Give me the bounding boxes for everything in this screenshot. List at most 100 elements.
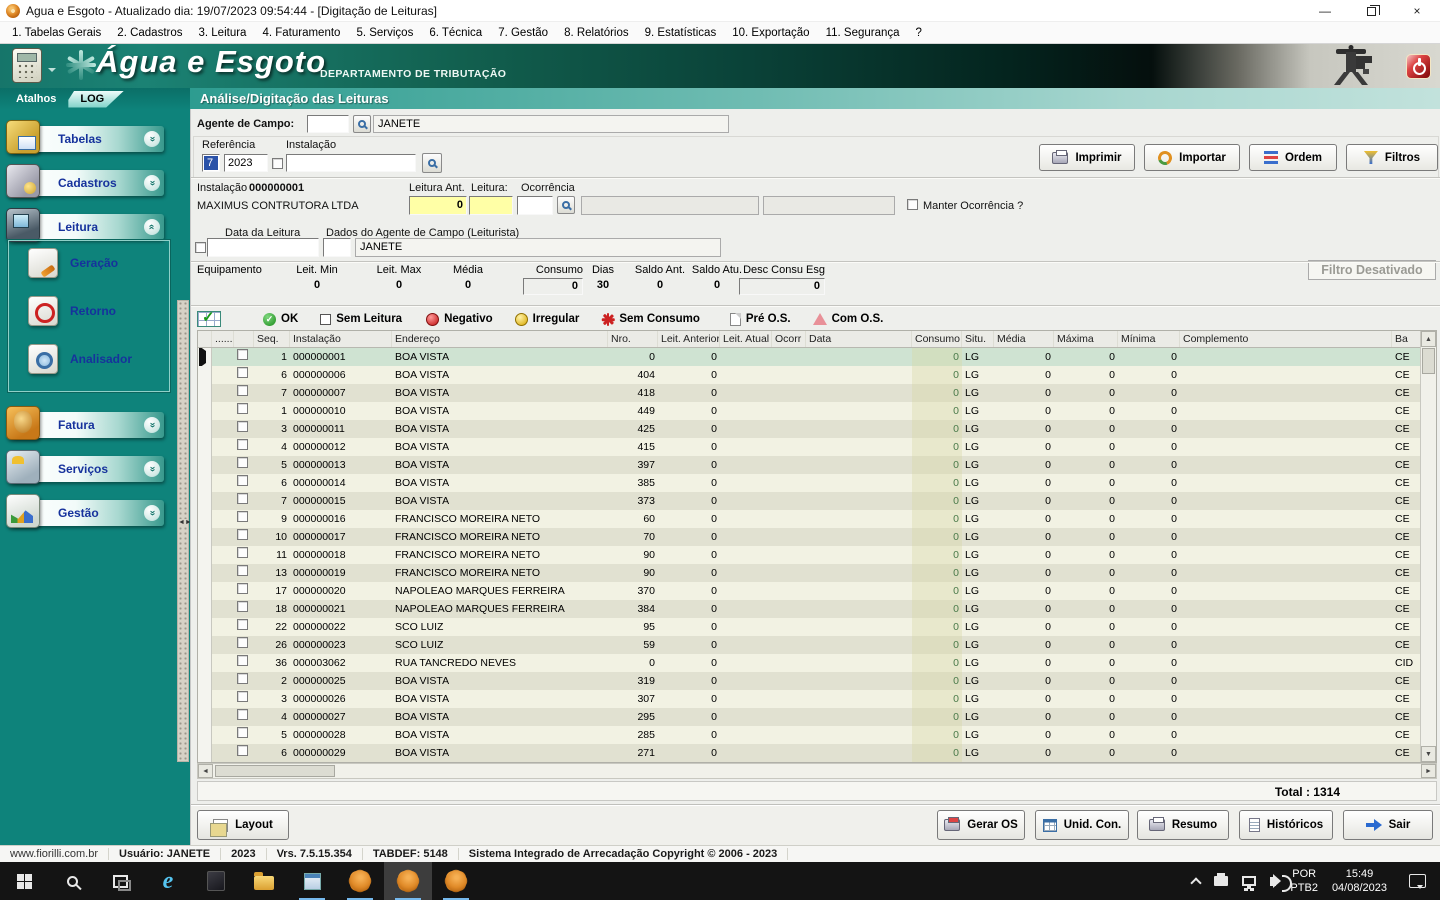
importar-button[interactable]: Importar — [1144, 144, 1240, 171]
menu-item[interactable]: 1. Tabelas Gerais — [4, 24, 109, 42]
checkbox-cell[interactable] — [234, 564, 254, 582]
scroll-up-button[interactable]: ▲ — [1421, 331, 1436, 347]
restore-button[interactable] — [1348, 0, 1394, 22]
row-checkbox[interactable] — [237, 637, 248, 648]
row-checkbox[interactable] — [237, 439, 248, 450]
network-icon[interactable] — [1242, 876, 1256, 886]
menu-item[interactable]: 8. Relatórios — [556, 24, 637, 42]
legend-item-sem-leitura[interactable]: Sem Leitura — [320, 313, 402, 325]
column-header-leit-anterior[interactable]: Leit. Anterior — [658, 331, 720, 347]
table-row[interactable]: 2000000025BOA VISTA31900LG000CE — [198, 672, 1436, 690]
checkbox-cell[interactable] — [234, 618, 254, 636]
menu-item[interactable]: 2. Cadastros — [109, 24, 190, 42]
row-checkbox[interactable] — [237, 673, 248, 684]
ocorrencia-input[interactable] — [517, 196, 553, 215]
column-header-seq[interactable]: Seq. — [254, 331, 290, 347]
taskbar-notes-app-icon[interactable] — [192, 862, 240, 900]
checkbox-cell[interactable] — [234, 384, 254, 402]
table-row[interactable]: 7000000015BOA VISTA37300LG000CE — [198, 492, 1436, 510]
menu-item[interactable]: 5. Serviços — [348, 24, 421, 42]
chevron-down-icon[interactable]: » — [144, 131, 160, 147]
taskbar-internet-explorer-icon[interactable]: e — [144, 862, 192, 900]
language-indicator[interactable]: PORPTB2 — [1290, 867, 1318, 895]
unid-con--button[interactable]: Unid. Con. — [1035, 810, 1129, 840]
taskbar-file-explorer-icon[interactable] — [240, 862, 288, 900]
tray-expand-icon[interactable] — [1192, 875, 1200, 887]
taskbar-fiorilli-app-icon[interactable] — [336, 862, 384, 900]
sidebar-group-tabelas[interactable]: Tabelas» — [12, 126, 164, 152]
chevron-down-icon[interactable]: » — [144, 461, 160, 477]
column-header-media[interactable]: Média — [994, 331, 1054, 347]
table-row[interactable]: 7000000007BOA VISTA41800LG000CE — [198, 384, 1436, 402]
leiturista-code-field[interactable] — [323, 238, 351, 257]
checkbox-cell[interactable] — [234, 690, 254, 708]
chevron-down-icon[interactable]: » — [144, 417, 160, 433]
power-exit-button[interactable] — [1406, 54, 1431, 79]
leitura-input[interactable] — [469, 196, 513, 215]
sidebar-group-cadastros[interactable]: Cadastros» — [12, 170, 164, 196]
sidebar-group-gestão[interactable]: Gestão» — [12, 500, 164, 526]
checkbox-cell[interactable] — [234, 636, 254, 654]
sair-button[interactable]: Sair — [1343, 810, 1433, 840]
checkbox-cell[interactable] — [234, 474, 254, 492]
row-checkbox[interactable] — [237, 583, 248, 594]
chevron-down-icon[interactable]: » — [144, 175, 160, 191]
table-row[interactable]: 26000000023SCO LUIZ5900LG000CE — [198, 636, 1436, 654]
sidebar-item-analisador[interactable]: Analisador — [28, 344, 132, 374]
menu-item[interactable]: ? — [908, 24, 930, 42]
sidebar-splitter[interactable]: ◄► — [177, 300, 189, 762]
close-button[interactable]: × — [1394, 0, 1440, 22]
horizontal-scrollbar[interactable]: ◄ ► — [197, 763, 1437, 779]
sidebar-item-geração[interactable]: Geração — [28, 248, 118, 278]
table-row[interactable]: 1000000001BOA VISTA000LG000CE — [198, 348, 1436, 366]
column-header-ba[interactable]: Ba — [1392, 331, 1422, 347]
checkbox-cell[interactable] — [234, 726, 254, 744]
sidebar-item-retorno[interactable]: Retorno — [28, 296, 116, 326]
checkbox-cell[interactable] — [234, 438, 254, 456]
sidebar-group-fatura[interactable]: Fatura» — [12, 412, 164, 438]
data-leitura-input[interactable] — [207, 238, 319, 257]
checkbox-cell[interactable] — [234, 510, 254, 528]
taskbar-fiorilli-app-icon[interactable] — [432, 862, 480, 900]
column-header-consumo[interactable]: Consumo — [912, 331, 962, 347]
agente-search-button[interactable] — [353, 115, 371, 133]
printer-tray-icon[interactable] — [1214, 876, 1228, 886]
row-checkbox[interactable] — [237, 457, 248, 468]
filter-disabled-button[interactable]: Filtro Desativado — [1308, 260, 1436, 280]
grid-check-icon[interactable] — [197, 311, 221, 327]
table-row[interactable]: 9000000016FRANCISCO MOREIRA NETO6000LG00… — [198, 510, 1436, 528]
scroll-left-button[interactable]: ◄ — [198, 764, 213, 778]
table-row[interactable]: 17000000020NAPOLEAO MARQUES FERREIRA3700… — [198, 582, 1436, 600]
agente-code-input[interactable] — [307, 115, 349, 133]
menu-item[interactable]: 10. Exportação — [724, 24, 817, 42]
scroll-right-button[interactable]: ► — [1421, 764, 1436, 778]
taskbar-fiorilli-app-icon[interactable] — [384, 862, 432, 900]
notification-center-icon[interactable] — [1409, 874, 1426, 888]
column-header-endereco[interactable]: Endereço — [392, 331, 608, 347]
table-row[interactable]: 11000000018FRANCISCO MOREIRA NETO9000LG0… — [198, 546, 1436, 564]
row-checkbox[interactable] — [237, 475, 248, 486]
table-row[interactable]: 6000000029BOA VISTA27100LG000CE — [198, 744, 1436, 762]
checkbox-cell[interactable] — [234, 366, 254, 384]
row-checkbox[interactable] — [237, 655, 248, 666]
shortcuts-tab[interactable]: Atalhos — [16, 93, 56, 105]
ocorrencia-search-button[interactable] — [557, 196, 575, 214]
checkbox-cell[interactable] — [234, 672, 254, 690]
row-checkbox[interactable] — [237, 601, 248, 612]
instalacao-search-button[interactable] — [422, 153, 442, 173]
instalacao-search-input[interactable] — [286, 154, 416, 172]
row-checkbox[interactable] — [237, 529, 248, 540]
row-checkbox[interactable] — [237, 421, 248, 432]
horizontal-scroll-thumb[interactable] — [215, 765, 335, 777]
vertical-scroll-thumb[interactable] — [1422, 348, 1435, 374]
table-row[interactable]: 1000000010BOA VISTA44900LG000CE — [198, 402, 1436, 420]
resumo-button[interactable]: Resumo — [1137, 810, 1229, 840]
table-row[interactable]: 13000000019FRANCISCO MOREIRA NETO9000LG0… — [198, 564, 1436, 582]
table-row[interactable]: 4000000027BOA VISTA29500LG000CE — [198, 708, 1436, 726]
row-checkbox[interactable] — [237, 709, 248, 720]
column-header-nro[interactable]: Nro. — [608, 331, 658, 347]
referencia-year-input[interactable]: 2023 — [224, 154, 268, 172]
gerar-os-button[interactable]: Gerar OS — [937, 810, 1025, 840]
menu-item[interactable]: 6. Técnica — [421, 24, 490, 42]
column-header-minima[interactable]: Mínima — [1118, 331, 1180, 347]
